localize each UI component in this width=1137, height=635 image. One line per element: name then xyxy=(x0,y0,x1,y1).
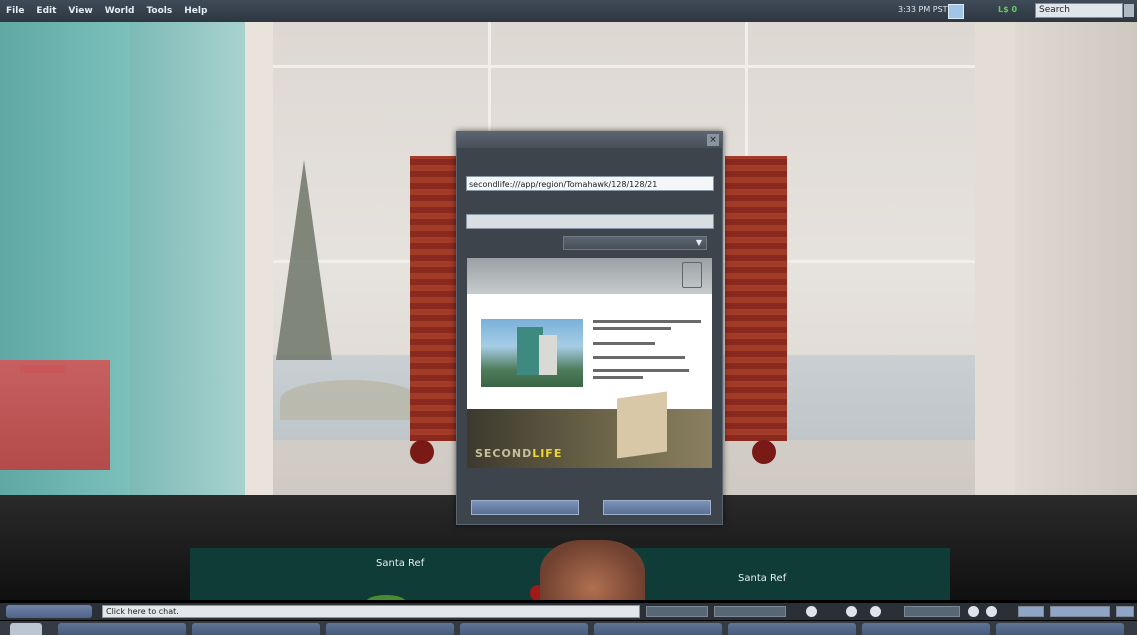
taskbar-item[interactable] xyxy=(460,623,588,635)
brand-prefix: SECOND xyxy=(475,447,533,460)
chat-toggle-button[interactable] xyxy=(6,605,92,618)
menu-view[interactable]: View xyxy=(62,6,98,16)
splash-header xyxy=(467,258,712,294)
menu-edit[interactable]: Edit xyxy=(30,6,62,16)
text-line xyxy=(593,342,655,345)
text-line xyxy=(593,327,671,330)
splash-image xyxy=(481,319,583,387)
clock: 3:33 PM PST xyxy=(898,5,948,14)
taskbar-item[interactable] xyxy=(326,623,454,635)
splash-content xyxy=(467,294,712,409)
pillar-left xyxy=(245,20,273,520)
tree xyxy=(276,160,332,360)
building-shape xyxy=(539,335,557,375)
grid-select[interactable]: ▼ xyxy=(563,236,707,250)
mic-icon[interactable] xyxy=(986,606,997,617)
taskbar-item[interactable] xyxy=(996,623,1124,635)
pillar-right xyxy=(975,20,1015,540)
distant-island xyxy=(280,380,420,420)
chevron-down-icon: ▼ xyxy=(695,238,702,247)
avatar[interactable] xyxy=(540,540,645,600)
menu-bar: File Edit View World Tools Help xyxy=(0,0,1137,22)
taskbar xyxy=(0,621,1137,635)
menu-tools[interactable]: Tools xyxy=(140,6,178,16)
chat-bar: Click here to chat. xyxy=(0,603,1137,620)
red-curtain-right xyxy=(725,156,787,441)
text-line xyxy=(593,320,701,323)
teal-wall-inner xyxy=(130,20,245,520)
mute-icon[interactable] xyxy=(870,606,881,617)
right-button[interactable] xyxy=(603,500,711,515)
logo-icon xyxy=(682,262,702,288)
dark-red-ball xyxy=(752,440,776,464)
left-button[interactable] xyxy=(471,500,579,515)
start-button[interactable] xyxy=(10,623,42,635)
chat-input[interactable]: Click here to chat. xyxy=(102,605,640,618)
window-rail xyxy=(273,65,975,68)
taskbar-item[interactable] xyxy=(58,623,186,635)
blue-status-icon[interactable] xyxy=(948,4,964,19)
search-icon[interactable] xyxy=(1124,4,1134,17)
splash-footer: SECONDLIFE xyxy=(467,391,712,468)
gesture-select[interactable] xyxy=(714,606,786,617)
close-icon[interactable]: × xyxy=(707,134,719,146)
volume-icon[interactable] xyxy=(846,606,857,617)
avatar-name-tag: Santa Ref xyxy=(376,558,425,569)
menu-file[interactable]: File xyxy=(0,6,30,16)
login-dialog: × secondlife:///app/region/Tomahawk/128/… xyxy=(456,131,723,525)
password-input[interactable] xyxy=(466,214,714,229)
cube-graphic xyxy=(617,391,667,459)
text-line xyxy=(593,356,685,359)
dialog-title-bar[interactable]: × xyxy=(457,132,722,148)
chat-channel-select[interactable] xyxy=(646,606,708,617)
text-line xyxy=(593,369,689,372)
toolbar-button[interactable] xyxy=(1116,606,1134,617)
brand-suffix: LIFE xyxy=(532,447,563,460)
taskbar-item[interactable] xyxy=(192,623,320,635)
url-input[interactable]: secondlife:///app/region/Tomahawk/128/12… xyxy=(466,176,714,191)
splash-panel: SECONDLIFE xyxy=(467,258,712,468)
brand-logo: SECONDLIFE xyxy=(475,447,562,460)
avatar-name-tag: Santa Ref xyxy=(738,573,787,584)
volume-slider[interactable] xyxy=(904,606,960,617)
search-input[interactable]: Search xyxy=(1035,3,1123,18)
toolbar-button[interactable] xyxy=(1018,606,1044,617)
taskbar-item[interactable] xyxy=(728,623,856,635)
balance[interactable]: L$ 0 xyxy=(998,5,1017,14)
menu-help[interactable]: Help xyxy=(178,6,213,16)
toolbar-button[interactable] xyxy=(1050,606,1110,617)
red-ledge-top xyxy=(20,365,65,373)
dark-red-ball xyxy=(410,440,434,464)
taskbar-item[interactable] xyxy=(594,623,722,635)
taskbar-item[interactable] xyxy=(862,623,990,635)
red-ledge xyxy=(0,360,110,470)
text-line xyxy=(593,376,643,379)
menu-world[interactable]: World xyxy=(99,6,141,16)
speak-icon[interactable] xyxy=(968,606,979,617)
camera-icon[interactable] xyxy=(806,606,817,617)
